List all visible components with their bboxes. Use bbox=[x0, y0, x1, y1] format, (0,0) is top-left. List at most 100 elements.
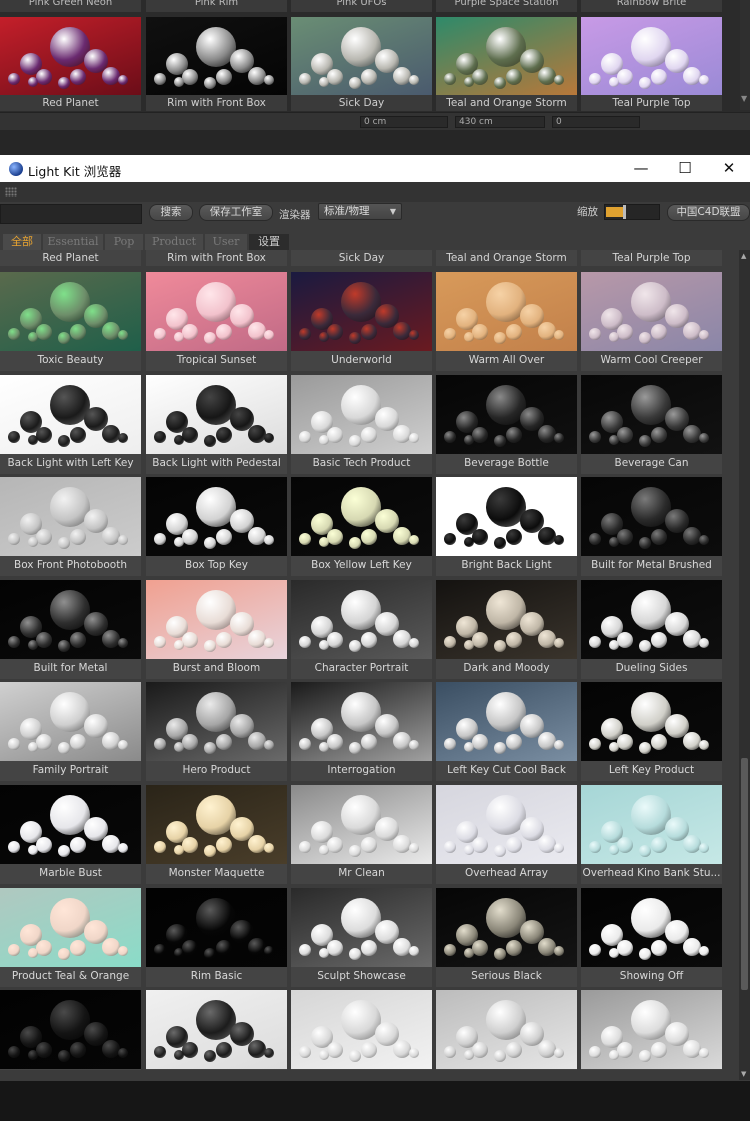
preview-sphere bbox=[506, 427, 522, 443]
bg-preset-tile[interactable]: Teal Purple Top bbox=[581, 17, 722, 111]
search-button[interactable]: 搜索 bbox=[149, 204, 193, 221]
preview-sphere bbox=[8, 636, 20, 648]
close-button[interactable]: ✕ bbox=[706, 155, 750, 182]
preset-tile[interactable]: Family Portrait bbox=[0, 682, 141, 781]
grid-header-label[interactable]: Sick Day bbox=[291, 250, 432, 266]
preset-tile[interactable] bbox=[436, 990, 577, 1070]
preset-thumbnail bbox=[581, 682, 722, 761]
preset-tile[interactable]: Overhead Array bbox=[436, 785, 577, 884]
tab-essential[interactable]: Essential bbox=[43, 234, 103, 250]
preview-sphere bbox=[58, 332, 70, 344]
preset-tile[interactable]: Mr Clean bbox=[291, 785, 432, 884]
preview-sphere bbox=[102, 835, 120, 853]
tab-pop[interactable]: Pop bbox=[105, 234, 143, 250]
scroll-down-icon[interactable]: ▼ bbox=[741, 94, 747, 103]
preview-sphere bbox=[349, 742, 361, 754]
tab-all[interactable]: 全部 bbox=[3, 234, 41, 250]
preset-tile[interactable] bbox=[291, 990, 432, 1070]
bg-field[interactable]: 430 cm bbox=[455, 116, 545, 128]
renderer-select[interactable]: 标准/物理 ▼ bbox=[318, 203, 402, 220]
preview-sphere bbox=[58, 948, 70, 960]
zoom-slider[interactable] bbox=[604, 204, 660, 220]
grid-header-label[interactable]: Rim with Front Box bbox=[146, 250, 287, 266]
minimize-button[interactable]: — bbox=[618, 155, 664, 182]
preset-tile[interactable] bbox=[0, 990, 141, 1070]
scroll-up-icon[interactable]: ▲ bbox=[741, 252, 746, 260]
title-bar[interactable]: Light Kit 浏览器 — ☐ ✕ bbox=[0, 155, 750, 182]
tab-user[interactable]: User bbox=[205, 234, 247, 250]
preset-tile[interactable]: Bright Back Light bbox=[436, 477, 577, 576]
preview-sphere bbox=[506, 940, 522, 956]
bg-field[interactable]: 0 cm bbox=[360, 116, 448, 128]
preview-sphere bbox=[393, 322, 411, 340]
save-studio-button[interactable]: 保存工作室 bbox=[199, 204, 273, 221]
preset-tile[interactable]: Tropical Sunset bbox=[146, 272, 287, 371]
preset-tile[interactable] bbox=[581, 990, 722, 1070]
bg-preset-tile[interactable]: Teal and Orange Storm bbox=[436, 17, 577, 111]
preset-tile[interactable]: Showing Off bbox=[581, 888, 722, 987]
preset-tile[interactable]: Left Key Product bbox=[581, 682, 722, 781]
preset-tile[interactable]: Dueling Sides bbox=[581, 580, 722, 679]
drag-grip-icon[interactable] bbox=[5, 187, 17, 197]
preset-tile[interactable]: Back Light with Left Key bbox=[0, 375, 141, 474]
preset-tile[interactable]: Beverage Bottle bbox=[436, 375, 577, 474]
preset-tile[interactable]: Product Teal & Orange bbox=[0, 888, 141, 987]
maximize-button[interactable]: ☐ bbox=[662, 155, 708, 182]
bg-prev-label: Pink UFOs bbox=[291, 0, 432, 12]
bg-scrollbar[interactable]: ▼ bbox=[740, 0, 750, 110]
preview-sphere bbox=[639, 435, 651, 447]
bg-field[interactable]: 0 bbox=[552, 116, 640, 128]
preview-sphere bbox=[683, 67, 701, 85]
preview-sphere bbox=[154, 841, 166, 853]
bg-preset-tile[interactable]: Sick Day bbox=[291, 17, 432, 111]
preset-tile[interactable]: Beverage Can bbox=[581, 375, 722, 474]
preset-tile[interactable]: Monster Maquette bbox=[146, 785, 287, 884]
scrollbar-thumb[interactable] bbox=[741, 758, 748, 990]
bg-preset-tile[interactable]: Red Planet bbox=[0, 17, 141, 111]
preset-tile[interactable]: Box Front Photobooth bbox=[0, 477, 141, 576]
preset-tile[interactable]: Warm All Over bbox=[436, 272, 577, 371]
grid-header-label[interactable]: Teal and Orange Storm bbox=[436, 250, 577, 266]
preset-tile[interactable]: Overhead Kino Bank Stu... bbox=[581, 785, 722, 884]
preset-tile[interactable]: Built for Metal bbox=[0, 580, 141, 679]
preview-sphere bbox=[444, 533, 456, 545]
preset-tile[interactable]: Left Key Cut Cool Back bbox=[436, 682, 577, 781]
preset-tile[interactable]: Sculpt Showcase bbox=[291, 888, 432, 987]
tab-product[interactable]: Product bbox=[145, 234, 203, 250]
preview-sphere bbox=[248, 67, 266, 85]
grid-header-label[interactable]: Red Planet bbox=[0, 250, 141, 266]
preset-tile[interactable]: Basic Tech Product bbox=[291, 375, 432, 474]
preset-tile[interactable]: Interrogation bbox=[291, 682, 432, 781]
preset-label: Beverage Can bbox=[614, 457, 689, 469]
preset-tile[interactable]: Hero Product bbox=[146, 682, 287, 781]
preset-tile[interactable]: Rim Basic bbox=[146, 888, 287, 987]
preset-tile[interactable]: Burst and Bloom bbox=[146, 580, 287, 679]
bg-preset-tile[interactable]: Rim with Front Box bbox=[146, 17, 287, 111]
preset-tile[interactable]: Toxic Beauty bbox=[0, 272, 141, 371]
preset-tile[interactable]: Character Portrait bbox=[291, 580, 432, 679]
preset-tile[interactable]: Marble Bust bbox=[0, 785, 141, 884]
preview-sphere bbox=[393, 67, 411, 85]
preview-sphere bbox=[589, 328, 601, 340]
preset-tile[interactable] bbox=[146, 990, 287, 1070]
preset-thumbnail bbox=[581, 17, 722, 95]
preset-tile[interactable]: Box Top Key bbox=[146, 477, 287, 576]
search-input[interactable] bbox=[0, 204, 142, 224]
preset-tile[interactable]: Back Light with Pedestal bbox=[146, 375, 287, 474]
preview-sphere bbox=[248, 322, 266, 340]
scroll-down-icon[interactable]: ▼ bbox=[741, 1070, 746, 1078]
zoom-handle[interactable] bbox=[623, 205, 626, 219]
preset-tile[interactable]: Underworld bbox=[291, 272, 432, 371]
grid-scrollbar[interactable]: ▲ ▼ bbox=[739, 250, 750, 1080]
preset-tile[interactable]: Box Yellow Left Key bbox=[291, 477, 432, 576]
china-c4d-union-button[interactable]: 中国C4D联盟 bbox=[667, 204, 750, 221]
tab-settings[interactable]: 设置 bbox=[249, 234, 289, 250]
preset-tile[interactable]: Warm Cool Creeper bbox=[581, 272, 722, 371]
preset-tile[interactable]: Built for Metal Brushed bbox=[581, 477, 722, 576]
preset-thumbnail bbox=[146, 17, 287, 95]
preview-sphere bbox=[70, 427, 86, 443]
preset-tile[interactable]: Serious Black bbox=[436, 888, 577, 987]
grid-header-label[interactable]: Teal Purple Top bbox=[581, 250, 722, 266]
preview-sphere bbox=[409, 535, 419, 545]
preset-tile[interactable]: Dark and Moody bbox=[436, 580, 577, 679]
